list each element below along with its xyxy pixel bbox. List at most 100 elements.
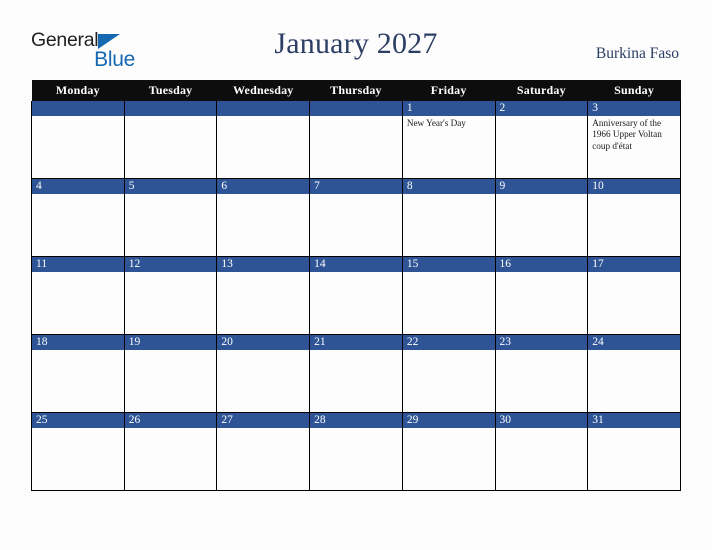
day-number: 5 bbox=[124, 179, 217, 194]
calendar-day-cell[interactable]: 27 bbox=[216, 412, 311, 491]
day-number: 18 bbox=[32, 335, 124, 350]
day-number: 13 bbox=[217, 257, 310, 272]
calendar-day-cell[interactable]: 18 bbox=[31, 334, 125, 413]
day-number: 1 bbox=[402, 101, 495, 116]
calendar-day-cell[interactable]: 8 bbox=[401, 178, 496, 257]
calendar-day-cell[interactable] bbox=[123, 101, 218, 179]
calendar-day-cell[interactable]: 4 bbox=[31, 178, 125, 257]
calendar-day-cell[interactable] bbox=[309, 101, 403, 179]
calendar-day-cell[interactable]: 20 bbox=[216, 334, 311, 413]
calendar-day-cell[interactable]: 5 bbox=[123, 178, 218, 257]
calendar-week-row: 18 19 20 21 22 23 24 bbox=[31, 334, 681, 413]
calendar-day-cell[interactable]: 24 bbox=[587, 334, 681, 413]
day-event-area bbox=[125, 350, 217, 412]
day-event-area bbox=[588, 272, 680, 334]
day-event-area bbox=[588, 428, 680, 490]
day-number bbox=[310, 101, 402, 116]
calendar-day-cell[interactable]: 19 bbox=[123, 334, 218, 413]
day-event-area bbox=[496, 272, 588, 334]
calendar-day-cell[interactable]: 2 bbox=[494, 101, 589, 179]
day-number: 20 bbox=[217, 335, 310, 350]
day-event-area bbox=[217, 350, 309, 412]
weekday-header-wednesday: Wednesday bbox=[216, 80, 310, 101]
calendar-day-cell[interactable]: 29 bbox=[401, 412, 496, 491]
calendar-day-cell[interactable] bbox=[31, 101, 125, 179]
day-number bbox=[124, 101, 217, 116]
calendar-day-cell[interactable]: 13 bbox=[216, 256, 311, 335]
day-number: 31 bbox=[588, 413, 680, 428]
day-number: 15 bbox=[402, 257, 495, 272]
calendar-day-cell[interactable]: 9 bbox=[494, 178, 589, 257]
calendar-grid: Monday Tuesday Wednesday Thursday Friday… bbox=[31, 80, 681, 491]
calendar-day-cell[interactable]: 7 bbox=[309, 178, 403, 257]
calendar-week-row: 11 12 13 14 15 16 17 bbox=[31, 256, 681, 335]
day-event-area bbox=[125, 272, 217, 334]
weekday-header-thursday: Thursday bbox=[309, 80, 403, 101]
day-number: 8 bbox=[402, 179, 495, 194]
day-number: 4 bbox=[32, 179, 124, 194]
day-number: 16 bbox=[495, 257, 588, 272]
day-event-area bbox=[403, 272, 495, 334]
calendar-day-cell[interactable]: 21 bbox=[309, 334, 403, 413]
day-number: 22 bbox=[402, 335, 495, 350]
calendar-day-cell[interactable]: 10 bbox=[587, 178, 681, 257]
page-header: General Blue January 2027 Burkina Faso bbox=[0, 0, 712, 78]
day-number: 14 bbox=[310, 257, 402, 272]
day-event-area bbox=[310, 272, 402, 334]
day-event-area bbox=[496, 350, 588, 412]
day-number: 24 bbox=[588, 335, 680, 350]
day-event-area bbox=[32, 428, 124, 490]
day-number: 2 bbox=[495, 101, 588, 116]
calendar-day-cell[interactable]: 1 New Year's Day bbox=[401, 101, 496, 179]
day-event-area bbox=[496, 194, 588, 256]
calendar-day-cell[interactable]: 16 bbox=[494, 256, 589, 335]
day-event-area bbox=[310, 194, 402, 256]
calendar-day-cell[interactable]: 17 bbox=[587, 256, 681, 335]
calendar-day-cell[interactable]: 28 bbox=[309, 412, 403, 491]
day-event-area bbox=[32, 272, 124, 334]
day-number: 9 bbox=[495, 179, 588, 194]
day-event-area bbox=[496, 116, 588, 178]
calendar-day-cell[interactable]: 22 bbox=[401, 334, 496, 413]
day-number: 25 bbox=[32, 413, 124, 428]
day-event-area bbox=[125, 116, 217, 178]
day-event-area bbox=[496, 428, 588, 490]
calendar-day-cell[interactable]: 3 Anniversary of the 1966 Upper Voltan c… bbox=[587, 101, 681, 179]
day-event-area bbox=[403, 194, 495, 256]
day-number bbox=[32, 101, 124, 116]
calendar-weekday-header: Monday Tuesday Wednesday Thursday Friday… bbox=[31, 80, 681, 101]
calendar-day-cell[interactable]: 23 bbox=[494, 334, 589, 413]
weekday-header-row: Monday Tuesday Wednesday Thursday Friday… bbox=[31, 80, 681, 101]
calendar-day-cell[interactable]: 25 bbox=[31, 412, 125, 491]
day-number: 21 bbox=[310, 335, 402, 350]
day-number: 17 bbox=[588, 257, 680, 272]
calendar-day-cell[interactable]: 12 bbox=[123, 256, 218, 335]
calendar-day-cell[interactable]: 11 bbox=[31, 256, 125, 335]
day-event-area bbox=[217, 272, 309, 334]
calendar-day-cell[interactable]: 30 bbox=[494, 412, 589, 491]
day-event-area bbox=[125, 428, 217, 490]
day-number: 30 bbox=[495, 413, 588, 428]
day-number: 28 bbox=[310, 413, 402, 428]
calendar-day-cell[interactable]: 31 bbox=[587, 412, 681, 491]
day-event-area bbox=[310, 428, 402, 490]
calendar-day-cell[interactable]: 26 bbox=[123, 412, 218, 491]
day-number: 27 bbox=[217, 413, 310, 428]
calendar-day-cell[interactable] bbox=[216, 101, 311, 179]
calendar-day-cell[interactable]: 15 bbox=[401, 256, 496, 335]
day-event-area bbox=[32, 350, 124, 412]
weekday-header-saturday: Saturday bbox=[495, 80, 588, 101]
weekday-header-monday: Monday bbox=[31, 80, 125, 101]
day-event-area bbox=[217, 194, 309, 256]
day-number: 23 bbox=[495, 335, 588, 350]
day-event-area bbox=[403, 350, 495, 412]
day-event-area bbox=[217, 116, 309, 178]
calendar-day-cell[interactable]: 14 bbox=[309, 256, 403, 335]
day-number: 10 bbox=[588, 179, 680, 194]
day-event-area bbox=[32, 194, 124, 256]
day-number: 7 bbox=[310, 179, 402, 194]
calendar-day-cell[interactable]: 6 bbox=[216, 178, 311, 257]
day-event-area bbox=[217, 428, 309, 490]
day-event-area bbox=[588, 350, 680, 412]
weekday-header-tuesday: Tuesday bbox=[124, 80, 217, 101]
